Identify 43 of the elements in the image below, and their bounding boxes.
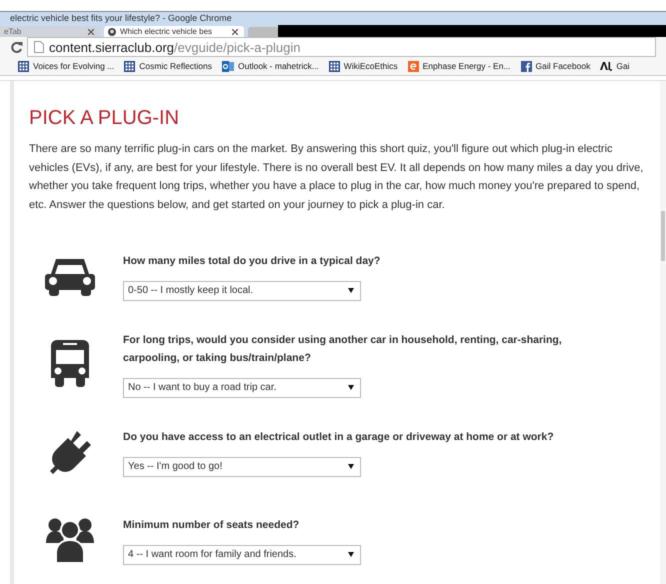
bookmark[interactable]: Enphase Energy - En...: [408, 60, 511, 72]
bookmark[interactable]: Cosmic Reflections: [124, 60, 212, 72]
car-icon: [45, 256, 95, 296]
aol-logo-icon: [600, 60, 612, 72]
grid-icon: [124, 60, 136, 72]
facebook-icon: [520, 60, 532, 72]
page-title: PICK A PLUG-IN: [29, 107, 180, 130]
url-path: /evguide/pick-a-plugin: [174, 40, 300, 55]
bookmark[interactable]: Gai: [600, 60, 630, 72]
browser-tab[interactable]: Which electric vehicle bes: [104, 26, 244, 38]
caret-icon: [348, 552, 354, 557]
caret-icon: [348, 385, 354, 390]
address-bar[interactable]: content.sierraclub.org/evguide/pick-a-plugin: [27, 37, 656, 58]
scrollbar[interactable]: [660, 81, 666, 584]
caret-icon: [348, 288, 354, 293]
grid-icon: [18, 60, 29, 72]
page-icon: [34, 41, 44, 54]
mail-icon: [222, 60, 234, 72]
bookmark[interactable]: Outlook - mahetrick...: [222, 60, 319, 72]
answer-dropdown[interactable]: Yes -- I'm good to go!: [123, 456, 361, 476]
bookmark[interactable]: WikiEcoEthics: [328, 60, 398, 72]
window-title: electric vehicle best fits your lifestyle? - Google Chrome: [10, 13, 232, 24]
bookmark[interactable]: Gail Facebook: [520, 60, 590, 72]
intro-paragraph: There are so many terrific plug-in cars on the market. By answering this short quiz, you'll figure out which plug-in electric vehicles (EVs), if any, are best for your lifestyle. There is no overall best EV. It all depends on how many miles a day you drive, whether you take frequent long trips, whether you have a place to plug in the car, how much money you're prepared to spend, etc. Answer the questions below, and get started on your journey to pick a plug-in car.: [29, 142, 644, 213]
caret-icon: [348, 464, 354, 469]
answer-dropdown[interactable]: 0-50 -- I mostly keep it local.: [123, 280, 361, 300]
browser-tab[interactable]: eTab: [0, 26, 100, 38]
globe-icon: [108, 28, 116, 36]
e-logo-icon: [408, 60, 419, 72]
answer-dropdown[interactable]: 4 -- I want room for family and friends.: [123, 544, 361, 564]
question-label: Do you have access to an electrical outlet in a garage or driveway at home or at work?: [123, 430, 555, 444]
question-label: How many miles total do you drive in a typical day?: [123, 254, 382, 268]
close-icon[interactable]: [88, 28, 94, 35]
question-label: For long trips, would you consider using another car in household, renting, car-sharing, carpooling, or taking bus/train/plane?: [123, 332, 563, 366]
bookmark[interactable]: Voices for Evolving ...: [18, 60, 114, 72]
answer-dropdown[interactable]: No -- I want to buy a road trip car.: [123, 378, 361, 398]
url-domain: content.sierraclub.org: [49, 40, 174, 55]
reload-icon[interactable]: [10, 40, 23, 54]
bus-icon: [51, 340, 89, 388]
question-label: Minimum number of seats needed?: [123, 518, 300, 532]
grid-icon: [328, 60, 340, 72]
close-icon[interactable]: [232, 28, 238, 35]
people-icon: [46, 517, 94, 563]
